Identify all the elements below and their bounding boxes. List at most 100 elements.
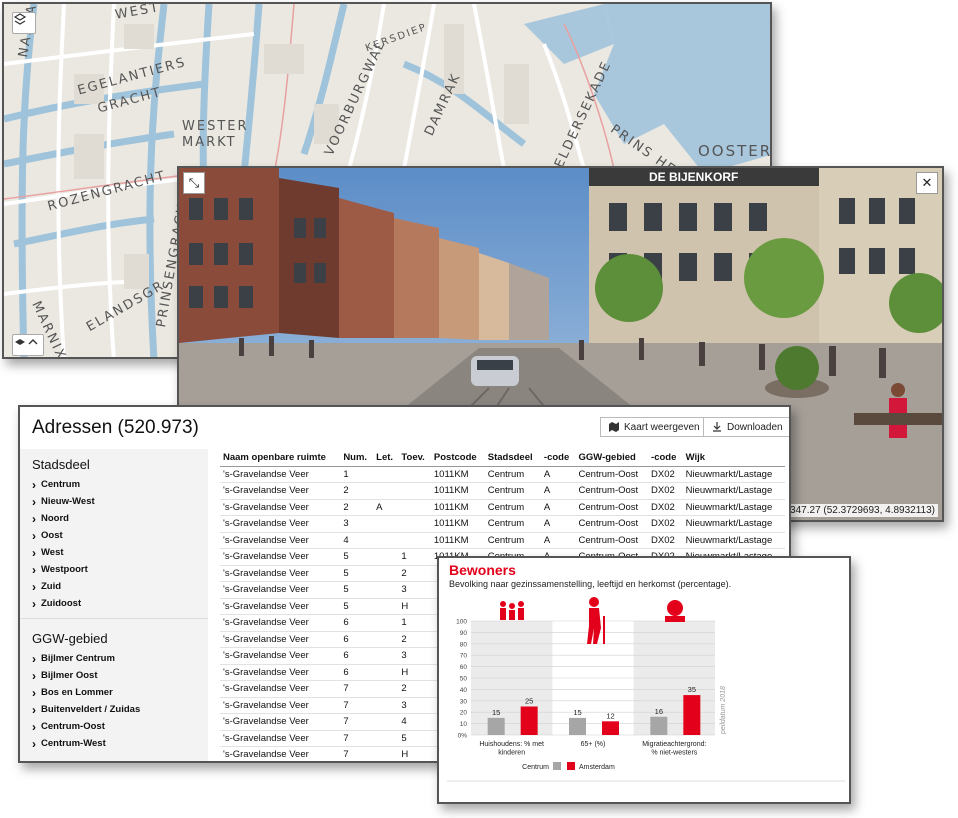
column-header[interactable]: Naam openbare ruimte [220,449,341,467]
close-panorama-button[interactable]: ✕ [916,172,938,194]
y-tick-label: 40 [460,687,468,694]
table-cell: 3 [398,581,431,599]
table-header-row: Naam openbare ruimte Num. Let. Toev. Postcod… [220,449,785,467]
filter-item-label: Zuidoost [41,598,82,609]
table-row[interactable]: 's-Gravelandse Veer 2 1011KM Centrum A Centru… [220,482,785,500]
y-tick-label: 30 [460,698,468,705]
chevron-right-icon: › [32,511,36,526]
column-header[interactable]: Num. [340,449,374,467]
map-label: MARKT [182,135,237,150]
table-cell: H [398,598,431,615]
y-tick-label: 60 [460,664,468,671]
table-cell: Nieuwmarkt/Lastage [682,532,785,549]
table-cell: 5 [340,565,374,582]
table-cell: 's-Gravelandse Veer [220,680,341,698]
x-tick-label: 65+ (%) [581,741,606,748]
table-cell [373,532,399,549]
filter-item-label: West [41,547,64,558]
bar [650,716,668,735]
table-cell: 6 [340,647,374,665]
map-label: OOSTER [698,142,772,160]
table-cell [398,499,431,516]
filter-item[interactable]: › West [20,544,208,561]
filter-item[interactable]: › Bijlmer Oost [20,667,208,684]
filter-item-label: Buitenveldert / Zuidas [41,704,141,715]
table-cell: 3 [398,647,431,665]
column-header[interactable]: GGW-gebied [575,449,649,467]
table-cell: DX02 [648,515,683,533]
table-row[interactable]: 's-Gravelandse Veer 1 1011KM Centrum A Centru… [220,466,785,483]
table-cell: 1011KM [430,499,485,516]
chevron-right-icon: › [32,545,36,560]
close-icon: ✕ [921,175,933,190]
minimize-panorama-button[interactable]: ⤡ [183,172,205,194]
column-header[interactable]: Let. [373,449,399,467]
filter-item[interactable]: › Bos en Lommer [20,684,208,701]
column-header[interactable]: Stadsdeel [484,449,541,467]
chevron-right-icon: › [32,596,36,611]
filter-item[interactable]: › Noord [20,510,208,527]
table-cell [373,730,399,747]
filter-item[interactable]: › Zuid [20,578,208,595]
filter-item-label: Bijlmer Centrum [41,653,115,664]
data-label: 16 [655,707,663,716]
table-cell [398,482,431,500]
map-legend-button[interactable] [12,334,44,356]
filter-item[interactable]: › Centrum-West [20,735,208,752]
table-row[interactable]: 's-Gravelandse Veer 2 A 1011KM Centrum A Centr… [220,499,785,516]
column-header[interactable]: Postcode [430,449,485,467]
table-cell: 5 [340,581,374,599]
table-cell: 3 [340,515,374,533]
table-cell: 3 [398,697,431,714]
table-row[interactable]: 's-Gravelandse Veer 3 1011KM Centrum A Centru… [220,515,785,533]
column-header[interactable]: Wijk [682,449,785,467]
table-cell: 2 [398,680,431,698]
filter-item-label: Noord [41,513,69,524]
column-header[interactable]: -code [648,449,683,467]
filter-item[interactable]: › Oost [20,527,208,544]
table-cell: Centrum-Oost [575,532,649,549]
chevron-right-icon: › [32,668,36,683]
table-cell: 's-Gravelandse Veer [220,482,341,500]
filter-item[interactable]: › Zuidoost [20,595,208,612]
map-layer-toggle-button[interactable] [12,12,36,34]
filter-item[interactable]: › Buitenveldert / Zuidas [20,701,208,718]
filter-item[interactable]: › Nieuw-West [20,493,208,510]
table-cell: Nieuwmarkt/Lastage [682,466,785,483]
column-header[interactable]: -code [540,449,576,467]
data-label: 15 [492,708,500,717]
filter-sidebar: Stadsdeel › Centrum › Nieuw-West › Noord › Oost ›… [20,449,208,761]
table-cell: A [373,499,399,516]
layers-icon [15,339,38,345]
table-cell: Centrum [484,532,541,549]
show-map-button[interactable]: Kaart weergeven [600,417,709,437]
legend-swatch [567,762,575,770]
table-cell [373,598,399,615]
filter-item[interactable]: › Westpoort [20,561,208,578]
download-button-label: Downloaden [727,421,783,433]
download-button[interactable]: Downloaden [703,417,789,437]
table-row[interactable]: 's-Gravelandse Veer 4 1011KM Centrum A Centru… [220,532,785,549]
y-tick-label: 10 [460,721,468,728]
table-cell: 's-Gravelandse Veer [220,631,341,648]
table-cell [373,631,399,648]
table-cell [373,466,399,483]
table-cell: 7 [340,680,374,698]
residents-panel: Bewoners Bevolking naar gezinssamenstell… [437,556,851,804]
column-header[interactable]: Toev. [398,449,431,467]
table-cell: Centrum [484,499,541,516]
page-title: Adressen (520.973) [32,417,199,438]
filter-item[interactable]: › Centrum-Oost [20,718,208,735]
filter-item-label: Zuid [41,581,62,592]
table-cell: Centrum [484,482,541,500]
filter-item[interactable]: › Bijlmer Centrum [20,650,208,667]
x-tick-label: % niet-westers [651,750,697,757]
table-cell: 's-Gravelandse Veer [220,730,341,747]
table-cell [398,466,431,483]
filter-item[interactable]: › Centrum [20,476,208,493]
table-cell: A [540,532,576,549]
table-cell: 's-Gravelandse Veer [220,581,341,599]
table-cell [373,746,399,761]
table-cell: 2 [340,482,374,500]
family-icon [500,601,524,620]
